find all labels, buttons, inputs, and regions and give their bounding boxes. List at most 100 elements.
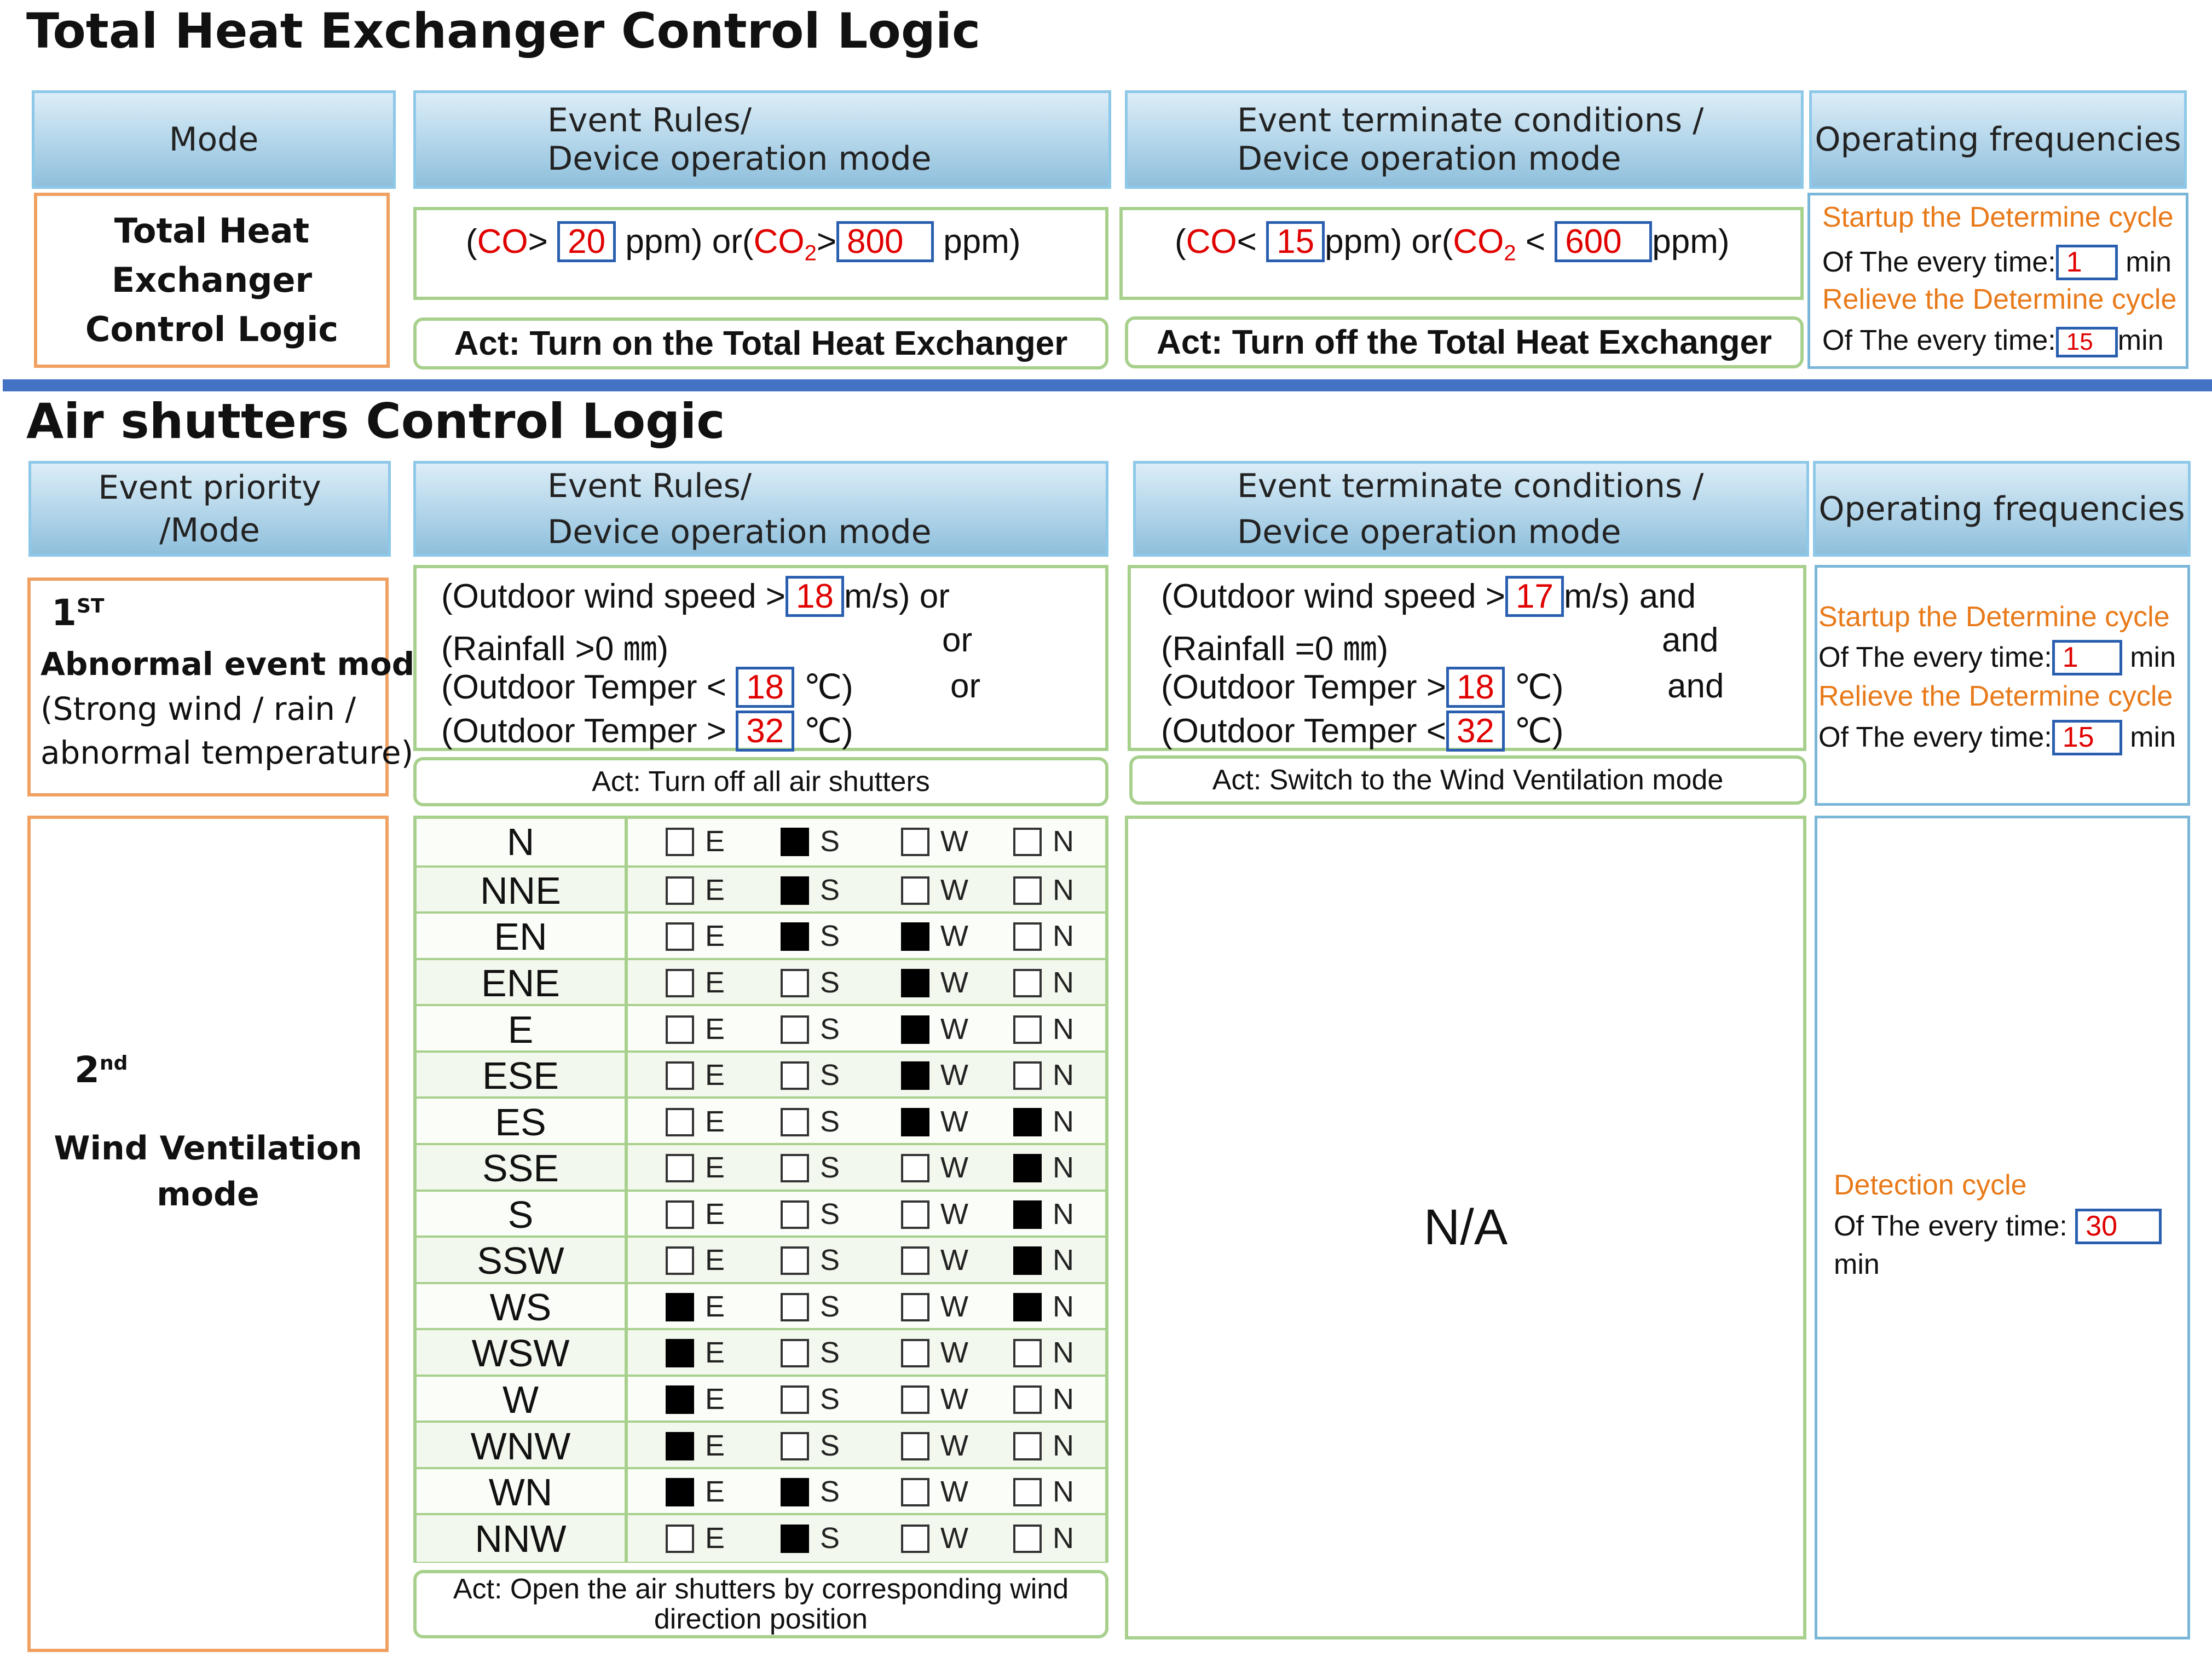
shutter-checkbox-e[interactable] (666, 1154, 694, 1183)
shutter-checkbox-s[interactable] (781, 1431, 809, 1460)
co2-threshold-value[interactable]: 800 (836, 221, 934, 263)
startup-cycle-value[interactable]: 1 (2052, 640, 2122, 675)
rule-wind-value[interactable]: 18 (786, 576, 844, 617)
relieve-cycle-value[interactable]: 15 (2052, 720, 2122, 755)
shutter-checkbox-s[interactable] (781, 828, 809, 857)
shutter-checkbox-s[interactable] (781, 1339, 809, 1368)
rule-temp-low-value[interactable]: 18 (736, 667, 795, 708)
shutter-checkbox-s[interactable] (781, 1015, 809, 1044)
shutter-checkbox-n[interactable] (1013, 1246, 1042, 1275)
shutter-checkbox-n[interactable] (1013, 968, 1042, 997)
shutter-label-n: N (1053, 966, 1074, 999)
shutter-checkbox-n[interactable] (1013, 1431, 1042, 1460)
shutter-checkbox-w[interactable] (901, 1107, 929, 1136)
shutter-checkbox-s[interactable] (781, 922, 809, 951)
shutter-checkbox-w[interactable] (901, 1292, 929, 1321)
shutter-checkbox-e[interactable] (666, 1478, 694, 1507)
abnormal-desc-line1: (Strong wind / rain / (41, 690, 356, 727)
unit-min: min (2130, 642, 2176, 673)
shutter-checkbox-s[interactable] (781, 1292, 809, 1321)
shutter-checkbox-e[interactable] (666, 1524, 694, 1553)
shutter-label-n: N (1053, 920, 1074, 953)
shutter-checkbox-s[interactable] (781, 876, 809, 905)
co-terminate-value[interactable]: 15 (1266, 221, 1325, 263)
shutter-checkbox-w[interactable] (901, 1246, 929, 1275)
shutter-checkbox-e[interactable] (666, 922, 694, 951)
shutter-checkbox-n[interactable] (1013, 1200, 1042, 1229)
shutter-label-w: W (940, 1290, 968, 1323)
rule-rain-line: (Rainfall >0 ㎜) (441, 630, 669, 668)
shutter-checkbox-s[interactable] (781, 1107, 809, 1136)
shutter-checkbox-n[interactable] (1013, 1061, 1042, 1090)
ppm-or-text: ppm) or( (625, 223, 754, 261)
shutter-checkbox-s[interactable] (781, 1200, 809, 1229)
shutter-checkbox-s[interactable] (781, 1385, 809, 1414)
shutter-checkbox-w[interactable] (901, 1478, 929, 1507)
shutter-checkbox-n[interactable] (1013, 828, 1042, 857)
co-threshold-value[interactable]: 20 (557, 221, 616, 263)
na-label: N/A (1423, 1199, 1508, 1255)
shutter-checkbox-s[interactable] (781, 1061, 809, 1090)
shutter-checkbox-n[interactable] (1013, 1107, 1042, 1136)
shutter-checkbox-n[interactable] (1013, 1015, 1042, 1044)
shutter-checkbox-n[interactable] (1013, 1478, 1042, 1507)
shutter-checkbox-w[interactable] (901, 1061, 929, 1090)
shutter-checkbox-w[interactable] (901, 1200, 929, 1229)
shutter-checkbox-e[interactable] (666, 1385, 694, 1414)
shutter-checkbox-e[interactable] (666, 876, 694, 905)
shutter-checkbox-n[interactable] (1013, 1154, 1042, 1183)
shutter-checkbox-e[interactable] (666, 968, 694, 997)
shutter-checkbox-e[interactable] (666, 828, 694, 857)
priority-1st: 1ST (51, 592, 104, 634)
term-temp-high-value[interactable]: 18 (1446, 667, 1505, 708)
mode-label-line1: Total Heat (114, 211, 310, 251)
startup-cycle-value[interactable]: 1 (2055, 245, 2118, 280)
shutter-checkbox-s[interactable] (781, 1246, 809, 1275)
shutter-checkbox-e[interactable] (666, 1061, 694, 1090)
term-wind-value[interactable]: 17 (1505, 576, 1564, 617)
shutter-checkbox-w[interactable] (901, 968, 929, 997)
shutter-checkbox-n[interactable] (1013, 922, 1042, 951)
na-box: N/A (1125, 816, 1806, 1639)
shutter-label-e: E (705, 1429, 725, 1462)
shutter-checkbox-n[interactable] (1013, 1292, 1042, 1321)
shutter-checkbox-e[interactable] (666, 1431, 694, 1460)
the-term-box: (CO< 15 ppm) or(CO2 < 600 ppm) (1119, 207, 1804, 300)
shutter-checkbox-w[interactable] (901, 1015, 929, 1044)
shutter-label-n: N (1053, 1521, 1074, 1555)
the-rule-box: (CO> 20 ppm) or(CO2> 800 ppm) (413, 207, 1108, 300)
shutter-checkbox-e[interactable] (666, 1107, 694, 1136)
shutter-checkbox-w[interactable] (901, 828, 929, 857)
header-rules-line2: Device operation mode (547, 512, 932, 551)
co2-terminate-value[interactable]: 600 (1555, 221, 1653, 263)
gt-sign: > (528, 223, 548, 261)
shutter-checkbox-n[interactable] (1013, 1339, 1042, 1368)
shutter-checkbox-s[interactable] (781, 1524, 809, 1553)
shutter-checkbox-e[interactable] (666, 1292, 694, 1321)
relieve-cycle-value[interactable]: 15 (2055, 327, 2118, 358)
shutter-checkbox-e[interactable] (666, 1015, 694, 1044)
shutter-checkbox-w[interactable] (901, 1339, 929, 1368)
rule-temp-high-value[interactable]: 32 (736, 711, 795, 752)
shutter-checkbox-n[interactable] (1013, 1385, 1042, 1414)
shutter-checkbox-w[interactable] (901, 1154, 929, 1183)
term-temp-low-value[interactable]: 32 (1446, 711, 1505, 752)
shutter-checkbox-w[interactable] (901, 1524, 929, 1553)
shutter-checkbox-e[interactable] (666, 1339, 694, 1368)
shutter-checkbox-n[interactable] (1013, 1524, 1042, 1553)
shutter-checkbox-e[interactable] (666, 1246, 694, 1275)
priority-number: 1 (51, 592, 77, 634)
shutter-checkbox-w[interactable] (901, 922, 929, 951)
shutter-checkbox-e[interactable] (666, 1200, 694, 1229)
shutter-checkbox-w[interactable] (901, 1385, 929, 1414)
shutter-checkbox-w[interactable] (901, 1431, 929, 1460)
detection-cycle-value[interactable]: 30 (2075, 1209, 2162, 1244)
shutter-checkbox-s[interactable] (781, 968, 809, 997)
shutter-label-s: S (820, 873, 840, 906)
shutter-checkbox-w[interactable] (901, 876, 929, 905)
shutter-checkbox-s[interactable] (781, 1478, 809, 1507)
shutter-checkbox-s[interactable] (781, 1154, 809, 1183)
lt-sign-2: < (1525, 223, 1546, 261)
shutter-checkbox-n[interactable] (1013, 876, 1042, 905)
priority-2nd: 2nd (74, 1049, 128, 1091)
